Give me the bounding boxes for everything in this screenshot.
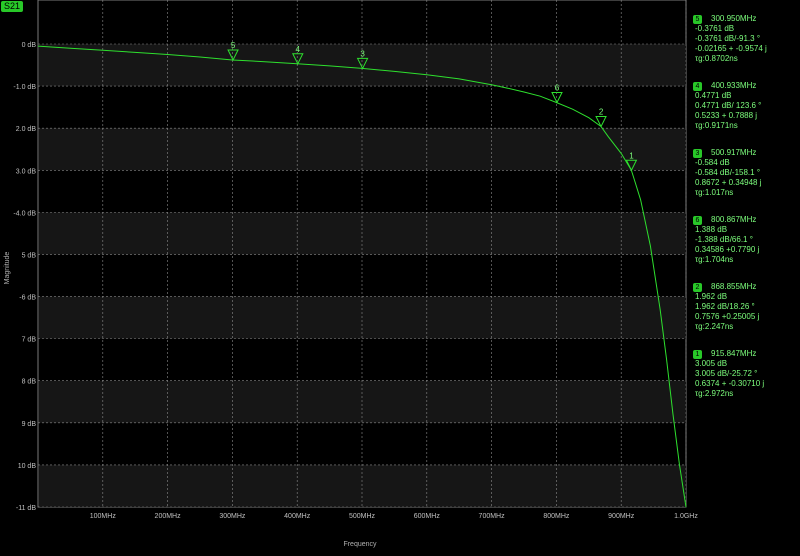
marker-value: 0.5233 + 0.7888 j xyxy=(695,111,758,120)
marker-value: -0.3761 dB/-91.3 ° xyxy=(695,34,761,43)
y-tick-label: -4.0 dB xyxy=(13,210,36,217)
marker-readout[interactable]: 6 800.867MHz 1.388 dB -1.388 dB/66.1 ° 0.345… xyxy=(693,215,800,265)
trace-name-badge[interactable]: S21 xyxy=(1,1,24,12)
marker-value: τg:1.704ns xyxy=(695,255,734,264)
marker-badge: 5 xyxy=(693,14,702,24)
marker-value: 0.4771 dB xyxy=(695,91,732,100)
marker-readout[interactable]: 4 400.933MHz 0.4771 dB 0.4771 dB/ 123.6 ° 0.… xyxy=(693,81,800,131)
marker-badge: 2 xyxy=(693,282,702,292)
marker-value: 0.6374 + -0.30710 j xyxy=(695,379,765,388)
x-tick-label: 200MHz xyxy=(155,513,182,520)
y-tick-label: 9 dB xyxy=(22,421,37,428)
marker-value: τg:0.8702ns xyxy=(695,54,738,63)
x-tick-label: 400MHz xyxy=(284,513,311,520)
marker-label: 5 xyxy=(231,41,236,50)
marker-frequency: 500.917MHz xyxy=(711,148,757,157)
marker-value: 3.005 dB/-25.72 ° xyxy=(695,369,758,378)
x-tick-label: 500MHz xyxy=(349,513,376,520)
y-tick-label: -11 dB xyxy=(16,505,36,512)
y-tick-label: 8 dB xyxy=(22,379,37,386)
marker-readout-panel: 5 300.950MHz -0.3761 dB -0.3761 dB/-91.3 ° -… xyxy=(693,14,800,416)
marker-frequency: 400.933MHz xyxy=(711,81,757,90)
plot-band xyxy=(39,380,686,423)
x-tick-label: 600MHz xyxy=(414,513,441,520)
x-axis-label: Frequency xyxy=(343,541,377,548)
marker-badge: 6 xyxy=(693,215,702,225)
marker-badge: 1 xyxy=(693,349,702,359)
marker-frequency: 300.950MHz xyxy=(711,14,757,23)
marker-value: 1.388 dB xyxy=(695,225,728,234)
plot-band xyxy=(39,212,686,255)
sparameter-chart: 0 dB -1.0 dB 2.0 dB 3.0 dB -4.0 dB 5 dB -6 dB 7… xyxy=(0,0,800,551)
marker-badge: 3 xyxy=(693,148,702,158)
marker-value: 0.4771 dB/ 123.6 ° xyxy=(695,101,762,110)
plot-band xyxy=(39,296,686,339)
marker-value: τg:1.017ns xyxy=(695,188,734,197)
marker-readout[interactable]: 1 915.847MHz 3.005 dB 3.005 dB/-25.72 ° 0.63… xyxy=(693,349,800,399)
marker-value: 3.005 dB xyxy=(695,359,728,368)
marker-frequency: 868.855MHz xyxy=(711,282,757,291)
x-tick-label: 300MHz xyxy=(219,513,246,520)
marker-frequency: 915.847MHz xyxy=(711,349,757,358)
marker-value: 0.7576 +0.25005 j xyxy=(695,312,760,321)
marker-readout[interactable]: 5 300.950MHz -0.3761 dB -0.3761 dB/-91.3 ° -… xyxy=(693,14,800,64)
marker-value: -0.584 dB/-158.1 ° xyxy=(695,168,761,177)
marker-label: 4 xyxy=(296,45,301,54)
marker-value: τg:0.9171ns xyxy=(695,121,738,130)
marker-value: 1.962 dB xyxy=(695,292,728,301)
x-tick-label: 1.0GHz xyxy=(674,513,698,520)
marker-value: 0.8672 + 0.34948 j xyxy=(695,178,762,187)
plot-area: 0 dB -1.0 dB 2.0 dB 3.0 dB -4.0 dB 5 dB -6 dB 7… xyxy=(13,0,698,520)
y-tick-label: 7 dB xyxy=(22,337,37,344)
marker-frequency: 800.867MHz xyxy=(711,215,757,224)
marker-label: 1 xyxy=(629,151,634,160)
x-tick-label: 800MHz xyxy=(543,513,570,520)
marker-value: 1.962 dB/18.26 ° xyxy=(695,302,755,311)
y-tick-label: -1.0 dB xyxy=(13,84,36,91)
marker-value: τg:2.972ns xyxy=(695,389,734,398)
x-tick-label: 900MHz xyxy=(608,513,635,520)
plot-band xyxy=(39,128,686,171)
marker-value: -0.02165 + -0.9574 j xyxy=(695,44,767,53)
y-tick-label: 0 dB xyxy=(22,42,37,49)
y-tick-label: 10 dB xyxy=(18,463,37,470)
y-tick-label: 2.0 dB xyxy=(16,126,37,133)
marker-label: 3 xyxy=(360,49,365,58)
marker-value: -0.584 dB xyxy=(695,158,730,167)
y-axis-label: Magnitude xyxy=(4,251,11,285)
marker-value: τg:2.247ns xyxy=(695,322,734,331)
marker-badge: 4 xyxy=(693,81,702,91)
plot-band xyxy=(39,464,686,507)
y-tick-label: 5 dB xyxy=(22,252,37,259)
marker-readout[interactable]: 3 500.917MHz -0.584 dB -0.584 dB/-158.1 ° 0.… xyxy=(693,148,800,198)
marker-value: 0.34586 +0.7790 j xyxy=(695,245,760,254)
x-tick-label: 100MHz xyxy=(90,513,117,520)
marker-label: 6 xyxy=(555,84,560,93)
x-tick-label: 700MHz xyxy=(479,513,506,520)
marker-value: -1.388 dB/66.1 ° xyxy=(695,235,753,244)
y-tick-label: 3.0 dB xyxy=(16,168,37,175)
marker-value: -0.3761 dB xyxy=(695,24,735,33)
marker-label: 2 xyxy=(599,107,604,116)
y-tick-label: -6 dB xyxy=(19,295,36,302)
marker-readout[interactable]: 2 868.855MHz 1.962 dB 1.962 dB/18.26 ° 0.757… xyxy=(693,282,800,332)
